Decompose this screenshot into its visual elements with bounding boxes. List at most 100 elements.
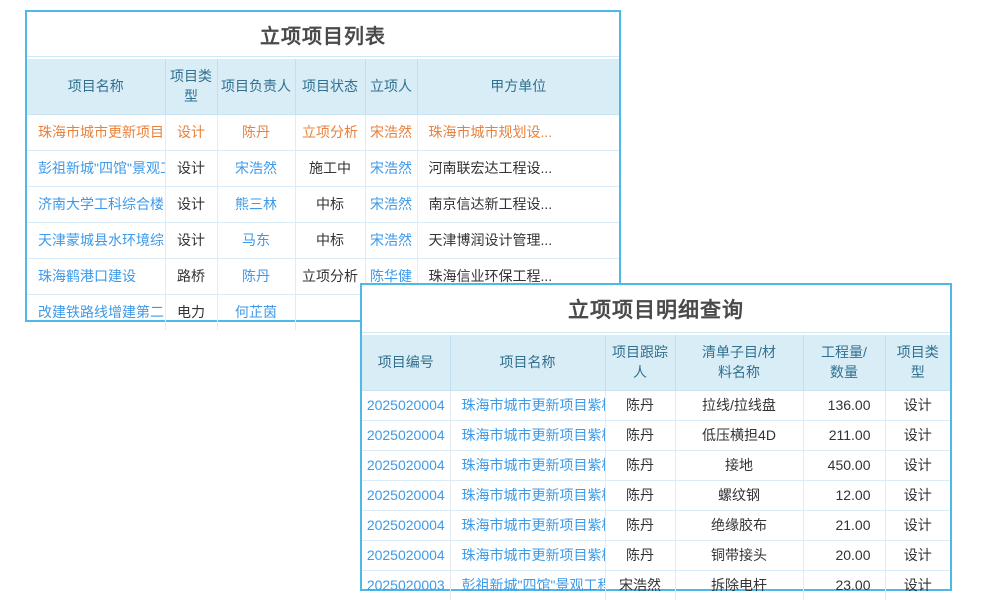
col-project-status: 项目状态 bbox=[295, 59, 365, 114]
project-detail-table: 项目编号 项目名称 项目跟踪 人 清单子目/材 料名称 工程量/ 数量 项目类 … bbox=[362, 335, 950, 600]
table-row[interactable]: 2025020004 珠海市城市更新项目紫桐 陈丹 螺纹钢 12.00 设计 bbox=[362, 480, 950, 510]
material-name: 螺纹钢 bbox=[675, 480, 803, 510]
project-type: 设计 bbox=[885, 480, 950, 510]
project-name-link[interactable]: 珠海市城市更新项目紫桐 bbox=[450, 420, 605, 450]
material-name: 铜带接头 bbox=[675, 540, 803, 570]
project-name-link[interactable]: 彭祖新城"四馆"景观工程 bbox=[450, 570, 605, 600]
col-initiator: 立项人 bbox=[365, 59, 417, 114]
col-project-type: 项目类 型 bbox=[165, 59, 217, 114]
table-row[interactable]: 2025020004 珠海市城市更新项目紫桐 陈丹 铜带接头 20.00 设计 bbox=[362, 540, 950, 570]
quantity-value: 450.00 bbox=[803, 450, 885, 480]
project-code-link[interactable]: 2025020004 bbox=[362, 420, 450, 450]
project-code-link[interactable]: 2025020004 bbox=[362, 450, 450, 480]
project-manager-link[interactable]: 宋浩然 bbox=[217, 150, 295, 186]
material-name: 低压横担4D bbox=[675, 420, 803, 450]
project-list-header-row: 项目名称 项目类 型 项目负责人 项目状态 立项人 甲方单位 bbox=[27, 59, 619, 114]
col-project-name: 项目名称 bbox=[27, 59, 165, 114]
project-type: 设计 bbox=[885, 540, 950, 570]
client-unit: 河南联宏达工程设... bbox=[417, 150, 619, 186]
project-name-link[interactable]: 彭祖新城"四馆"景观工... bbox=[27, 150, 165, 186]
table-row[interactable]: 2025020004 珠海市城市更新项目紫桐 陈丹 拉线/拉线盘 136.00 … bbox=[362, 390, 950, 420]
project-type: 设计 bbox=[165, 222, 217, 258]
project-tracker: 陈丹 bbox=[605, 420, 675, 450]
project-name-link[interactable]: 珠海市城市更新项目紫桐 bbox=[450, 450, 605, 480]
initiator-link[interactable]: 宋浩然 bbox=[365, 150, 417, 186]
project-list-title: 立项项目列表 bbox=[27, 12, 619, 57]
project-type: 电力 bbox=[165, 294, 217, 330]
material-name: 绝缘胶布 bbox=[675, 510, 803, 540]
project-manager-link[interactable]: 陈丹 bbox=[217, 114, 295, 150]
table-row[interactable]: 2025020004 珠海市城市更新项目紫桐 陈丹 绝缘胶布 21.00 设计 bbox=[362, 510, 950, 540]
col-quantity: 工程量/ 数量 bbox=[803, 335, 885, 390]
initiator-link[interactable]: 宋浩然 bbox=[365, 114, 417, 150]
col-project-tracker: 项目跟踪 人 bbox=[605, 335, 675, 390]
project-name-link[interactable]: 珠海市城市更新项目紫桐 bbox=[450, 480, 605, 510]
project-type: 设计 bbox=[165, 114, 217, 150]
project-status: 施工中 bbox=[295, 150, 365, 186]
quantity-value: 136.00 bbox=[803, 390, 885, 420]
col-project-name: 项目名称 bbox=[450, 335, 605, 390]
project-name-link[interactable]: 改建铁路线增建第二... bbox=[27, 294, 165, 330]
project-name-link[interactable]: 珠海市城市更新项目紫桐 bbox=[450, 540, 605, 570]
quantity-value: 211.00 bbox=[803, 420, 885, 450]
initiator-link[interactable]: 宋浩然 bbox=[365, 186, 417, 222]
project-name-link[interactable]: 济南大学工科综合楼... bbox=[27, 186, 165, 222]
project-manager-link[interactable]: 马东 bbox=[217, 222, 295, 258]
quantity-value: 20.00 bbox=[803, 540, 885, 570]
col-client-unit: 甲方单位 bbox=[417, 59, 619, 114]
project-detail-header-row: 项目编号 项目名称 项目跟踪 人 清单子目/材 料名称 工程量/ 数量 项目类 … bbox=[362, 335, 950, 390]
project-manager-link[interactable]: 陈丹 bbox=[217, 258, 295, 294]
material-name: 接地 bbox=[675, 450, 803, 480]
material-name: 拆除电杆 bbox=[675, 570, 803, 600]
project-list-panel: 立项项目列表 项目名称 项目类 型 项目负责人 项目状态 立项人 甲方单位 珠海… bbox=[25, 10, 621, 322]
project-status: 中标 bbox=[295, 222, 365, 258]
project-type: 路桥 bbox=[165, 258, 217, 294]
project-status: 立项分析 bbox=[295, 114, 365, 150]
table-row[interactable]: 天津蒙城县水环境综... 设计 马东 中标 宋浩然 天津博润设计管理... bbox=[27, 222, 619, 258]
project-name-link[interactable]: 珠海市城市更新项目紫桐 bbox=[450, 390, 605, 420]
project-code-link[interactable]: 2025020004 bbox=[362, 540, 450, 570]
project-name-link[interactable]: 珠海市城市更新项目... bbox=[27, 114, 165, 150]
table-row[interactable]: 济南大学工科综合楼... 设计 熊三林 中标 宋浩然 南京信达新工程设... bbox=[27, 186, 619, 222]
project-code-link[interactable]: 2025020004 bbox=[362, 510, 450, 540]
col-material-name: 清单子目/材 料名称 bbox=[675, 335, 803, 390]
table-row[interactable]: 彭祖新城"四馆"景观工... 设计 宋浩然 施工中 宋浩然 河南联宏达工程设..… bbox=[27, 150, 619, 186]
project-name-link[interactable]: 天津蒙城县水环境综... bbox=[27, 222, 165, 258]
material-name: 拉线/拉线盘 bbox=[675, 390, 803, 420]
table-row[interactable]: 2025020003 彭祖新城"四馆"景观工程 宋浩然 拆除电杆 23.00 设… bbox=[362, 570, 950, 600]
project-tracker: 陈丹 bbox=[605, 540, 675, 570]
project-tracker: 宋浩然 bbox=[605, 570, 675, 600]
project-detail-panel: 立项项目明细查询 项目编号 项目名称 项目跟踪 人 清单子目/材 料名称 工程量… bbox=[360, 283, 952, 591]
project-type: 设计 bbox=[885, 570, 950, 600]
project-type: 设计 bbox=[165, 186, 217, 222]
col-project-manager: 项目负责人 bbox=[217, 59, 295, 114]
project-manager-link[interactable]: 熊三林 bbox=[217, 186, 295, 222]
quantity-value: 23.00 bbox=[803, 570, 885, 600]
project-type: 设计 bbox=[885, 510, 950, 540]
table-row[interactable]: 珠海市城市更新项目... 设计 陈丹 立项分析 宋浩然 珠海市城市规划设... bbox=[27, 114, 619, 150]
quantity-value: 21.00 bbox=[803, 510, 885, 540]
table-row[interactable]: 2025020004 珠海市城市更新项目紫桐 陈丹 低压横担4D 211.00 … bbox=[362, 420, 950, 450]
project-type: 设计 bbox=[165, 150, 217, 186]
client-unit: 天津博润设计管理... bbox=[417, 222, 619, 258]
project-detail-title: 立项项目明细查询 bbox=[362, 285, 950, 333]
project-tracker: 陈丹 bbox=[605, 480, 675, 510]
project-code-link[interactable]: 2025020004 bbox=[362, 390, 450, 420]
project-name-link[interactable]: 珠海市城市更新项目紫桐 bbox=[450, 510, 605, 540]
table-row[interactable]: 2025020004 珠海市城市更新项目紫桐 陈丹 接地 450.00 设计 bbox=[362, 450, 950, 480]
project-code-link[interactable]: 2025020004 bbox=[362, 480, 450, 510]
project-tracker: 陈丹 bbox=[605, 510, 675, 540]
project-type: 设计 bbox=[885, 450, 950, 480]
project-tracker: 陈丹 bbox=[605, 450, 675, 480]
project-code-link[interactable]: 2025020003 bbox=[362, 570, 450, 600]
project-status bbox=[295, 294, 365, 330]
project-tracker: 陈丹 bbox=[605, 390, 675, 420]
project-status: 中标 bbox=[295, 186, 365, 222]
col-project-code: 项目编号 bbox=[362, 335, 450, 390]
initiator-link[interactable]: 宋浩然 bbox=[365, 222, 417, 258]
project-manager-link[interactable]: 何芷茵 bbox=[217, 294, 295, 330]
project-status: 立项分析 bbox=[295, 258, 365, 294]
project-type: 设计 bbox=[885, 390, 950, 420]
project-name-link[interactable]: 珠海鹤港口建设 bbox=[27, 258, 165, 294]
client-unit: 珠海市城市规划设... bbox=[417, 114, 619, 150]
